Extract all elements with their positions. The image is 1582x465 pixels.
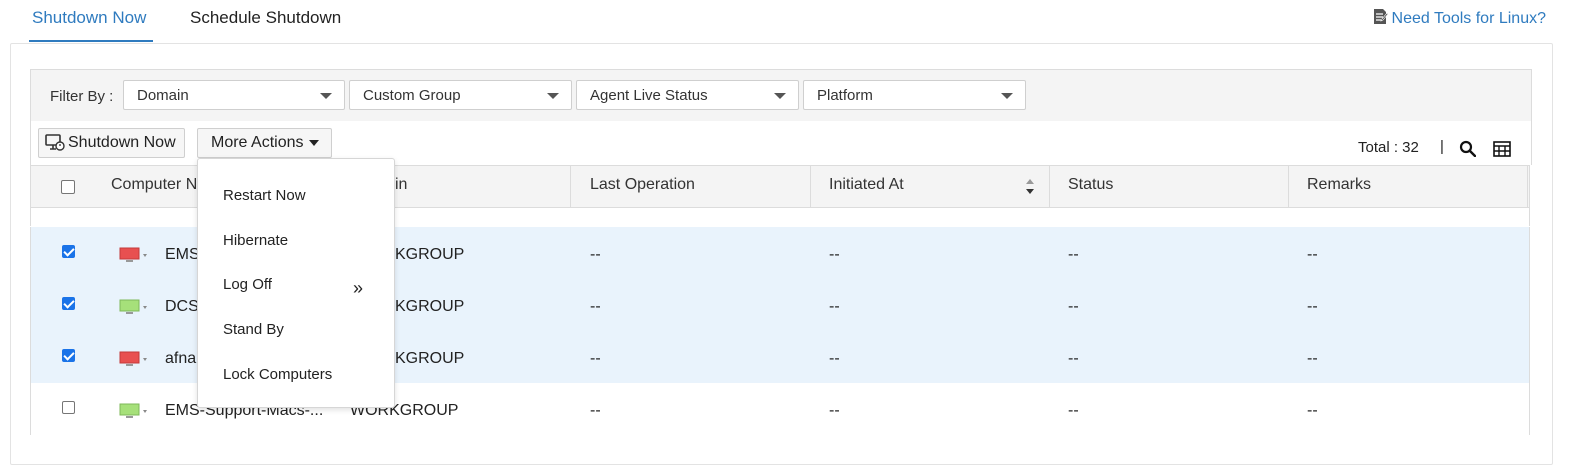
total-count: Total : 32 (1358, 139, 1419, 156)
row-checkbox[interactable] (62, 401, 75, 414)
column-chooser-icon[interactable] (1493, 141, 1511, 157)
row-checkbox[interactable] (62, 245, 75, 258)
menu-item-restart-now[interactable]: Restart Now (223, 187, 306, 204)
platform-filter-value: Platform (817, 87, 873, 104)
status-cell: -- (1068, 350, 1079, 367)
custom-group-filter-select[interactable]: Custom Group (349, 80, 572, 110)
monitor-status-icon[interactable] (119, 403, 149, 419)
platform-filter-select[interactable]: Platform (803, 80, 1026, 110)
menu-item-stand-by[interactable]: Stand By (223, 321, 284, 338)
remarks-cell: -- (1307, 350, 1318, 367)
initiated-at-cell: -- (829, 246, 840, 263)
need-tools-linux-label: Need Tools for Linux? (1391, 10, 1546, 27)
column-divider (1527, 166, 1528, 208)
caret-down-icon (320, 93, 332, 99)
column-divider (570, 166, 571, 208)
domain-cell: KGROUP (395, 246, 465, 263)
initiated-at-cell: -- (829, 402, 840, 419)
status-cell: -- (1068, 246, 1079, 263)
menu-item-lock-computers[interactable]: Lock Computers (223, 366, 332, 383)
monitor-icon (121, 208, 143, 212)
active-tab-indicator (29, 40, 153, 42)
initiated-at-cell: -- (829, 350, 840, 367)
monitor-status-icon[interactable] (119, 299, 149, 315)
remarks-cell: -- (1307, 246, 1318, 263)
last-operation-cell: -- (590, 298, 601, 315)
caret-down-icon (774, 93, 786, 99)
more-actions-menu: Restart Now Hibernate Log Off » Stand By… (197, 158, 395, 408)
more-actions-label: More Actions (211, 134, 304, 151)
column-divider (1049, 166, 1050, 208)
status-cell: -- (1068, 298, 1079, 315)
toolbar-separator: | (1440, 138, 1444, 155)
domain-filter-select[interactable]: Domain (123, 80, 345, 110)
column-divider (1288, 166, 1289, 208)
submenu-arrow-icon[interactable]: » (353, 278, 363, 299)
row-checkbox[interactable] (62, 349, 75, 362)
initiated-at-cell: -- (829, 298, 840, 315)
remarks-cell: -- (1307, 402, 1318, 419)
computer-name-cell[interactable]: EMS (165, 246, 200, 264)
column-header-computer-name[interactable]: Computer N (111, 176, 197, 194)
status-cell: -- (1068, 402, 1079, 419)
shutdown-now-label: Shutdown Now (68, 134, 176, 151)
computer-name-cell[interactable]: afna (165, 350, 196, 368)
select-all-checkbox[interactable] (61, 180, 75, 194)
caret-down-icon (309, 140, 320, 146)
agent-live-status-filter-value: Agent Live Status (590, 87, 708, 104)
search-icon[interactable] (1459, 140, 1476, 157)
need-tools-linux-link[interactable]: Need Tools for Linux? (1373, 8, 1546, 28)
menu-item-hibernate[interactable]: Hibernate (223, 232, 288, 249)
domain-cell: KGROUP (395, 350, 465, 367)
more-actions-button[interactable]: More Actions (197, 128, 332, 158)
row-checkbox[interactable] (62, 297, 75, 310)
agent-live-status-filter-select[interactable]: Agent Live Status (576, 80, 799, 110)
computer-power-icon (45, 134, 65, 151)
column-header-remarks[interactable]: Remarks (1307, 176, 1371, 194)
menu-item-log-off[interactable]: Log Off (223, 276, 272, 293)
tab-shutdown-now[interactable]: Shutdown Now (32, 8, 146, 28)
last-operation-cell: -- (590, 246, 601, 263)
caret-down-icon (547, 93, 559, 99)
shutdown-now-button[interactable]: Shutdown Now (38, 128, 185, 158)
column-header-last-operation[interactable]: Last Operation (590, 176, 695, 194)
last-operation-cell: -- (590, 350, 601, 367)
tab-schedule-shutdown[interactable]: Schedule Shutdown (190, 8, 341, 28)
edit-note-icon (1373, 8, 1388, 24)
custom-group-filter-value: Custom Group (363, 87, 461, 104)
last-operation-cell: -- (590, 402, 601, 419)
monitor-status-icon[interactable] (119, 351, 149, 367)
domain-filter-value: Domain (137, 87, 189, 104)
column-header-status[interactable]: Status (1068, 176, 1113, 194)
column-divider (810, 166, 811, 208)
column-header-domain[interactable]: in (395, 176, 407, 194)
computer-name-cell[interactable]: DCS (165, 298, 199, 316)
monitor-status-icon[interactable] (119, 247, 149, 263)
remarks-cell: -- (1307, 298, 1318, 315)
domain-cell: KGROUP (395, 298, 465, 315)
sort-icon[interactable] (1025, 178, 1035, 195)
filter-by-label: Filter By : (50, 88, 114, 105)
column-header-initiated-at[interactable]: Initiated At (829, 176, 904, 194)
caret-down-icon (1001, 93, 1013, 99)
